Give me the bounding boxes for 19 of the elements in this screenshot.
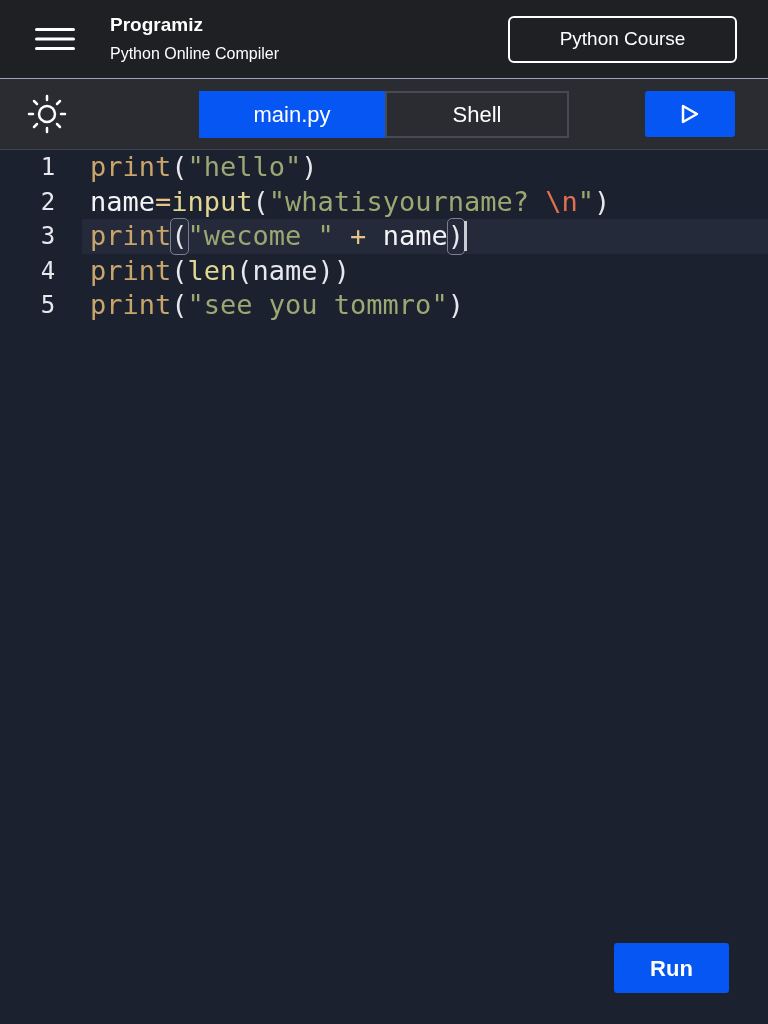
line-number: 4	[39, 255, 57, 287]
file-tab[interactable]: Shell	[385, 90, 569, 138]
sun-icon[interactable]	[27, 94, 67, 134]
line-number: 2	[39, 186, 57, 218]
course-button[interactable]: Python Course	[508, 15, 737, 63]
code-line: print("hello")	[89, 150, 319, 184]
logo[interactable]: Programiz	[110, 14, 203, 36]
run-button[interactable]	[645, 91, 735, 137]
line-number: 3	[39, 221, 57, 252]
code-line: name=input("whatisyourname? \n")	[89, 184, 612, 219]
line-number: 1	[39, 152, 57, 183]
play-icon	[680, 104, 700, 124]
subtitle: Python Online Compiler	[110, 44, 279, 64]
run-button[interactable]: Run	[614, 943, 729, 993]
code-line: print(len(name))	[89, 253, 352, 288]
code-line: print("see you tommro")	[89, 288, 465, 322]
line-number: 5	[39, 290, 57, 321]
file-tab[interactable]: main.py	[199, 90, 385, 138]
menu-icon[interactable]	[35, 28, 75, 50]
